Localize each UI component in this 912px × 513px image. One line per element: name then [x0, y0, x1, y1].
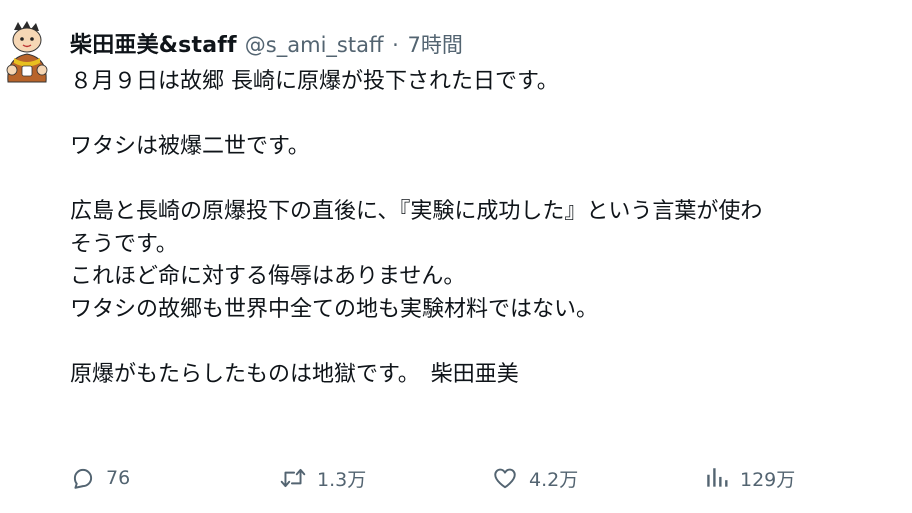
like-button[interactable]: 4.2万: [491, 460, 578, 496]
tweet-timestamp[interactable]: 7時間: [407, 33, 462, 57]
reply-icon: [73, 468, 93, 489]
views-count: 129万: [740, 468, 796, 491]
tweet-meta: @s_ami_staff · 7時間: [245, 29, 463, 59]
meta-separator: ·: [392, 33, 399, 57]
reply-count: 76: [106, 467, 131, 489]
reply-button[interactable]: 76: [70, 460, 130, 496]
tweet-line: ワタシは被爆二世です。: [70, 134, 310, 159]
tweet-line: そうです。: [70, 231, 178, 257]
views-icon: [707, 468, 728, 487]
tweet-line: ワタシの故郷も世界中全ての地も実験材料ではない。: [70, 296, 599, 322]
display-name[interactable]: 柴田亜美&staff: [70, 27, 237, 59]
heart-icon: [494, 468, 516, 489]
tweet-text: ８月９日は故郷 長崎に原爆が投下された日です。 ワタシは被爆二世です。 広島と長…: [70, 66, 912, 391]
retweet-icon: [280, 468, 306, 488]
cartoon-avatar-icon: [6, 21, 48, 83]
tweet-action-bar: 76 1.3万 4.2万 129万: [70, 460, 912, 496]
views-button[interactable]: 129万: [704, 460, 795, 496]
tweet-header: 柴田亜美&staff @s_ami_staff · 7時間: [70, 27, 463, 59]
tweet-line: ８月９日は故郷 長崎に原爆が投下された日です。: [70, 69, 559, 94]
tweet-line: これほど命に対する侮辱はありません。: [70, 264, 466, 289]
like-count: 4.2万: [529, 468, 579, 491]
retweet-button[interactable]: 1.3万: [279, 460, 366, 496]
user-handle[interactable]: @s_ami_staff: [245, 33, 384, 57]
avatar[interactable]: [0, 20, 54, 86]
tweet-line: 広島と長崎の原爆投下の直後に、『実験に成功した』という言葉が使わ: [70, 199, 763, 224]
tweet-line: 原爆がもたらしたものは地獄です。 柴田亜美: [70, 361, 519, 387]
retweet-count: 1.3万: [317, 468, 367, 491]
